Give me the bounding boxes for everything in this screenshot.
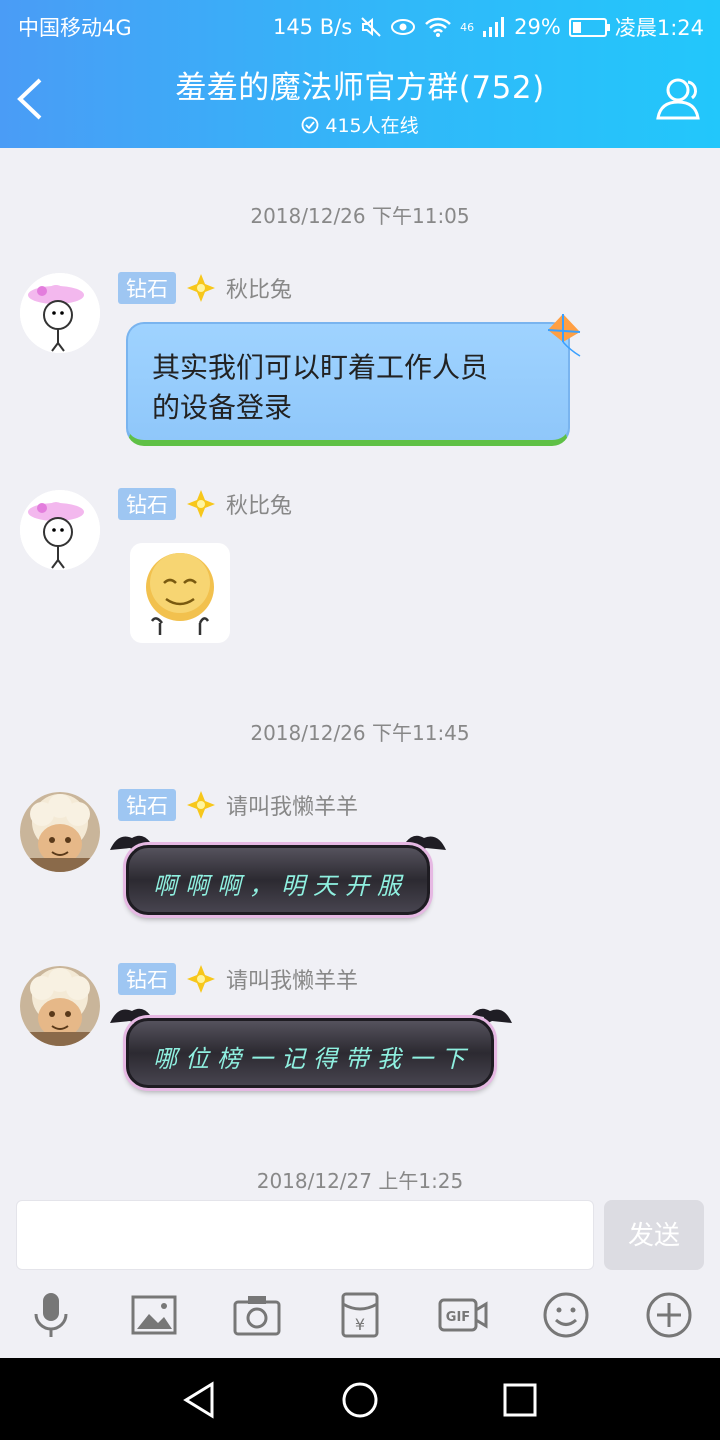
sender-name: 请叫我懒羊羊 <box>226 969 359 994</box>
message-meta: 钻石 请叫我懒羊羊 <box>118 789 358 821</box>
title-block: 羞羞的魔法师官方群(752) 415人在线 <box>120 62 600 138</box>
message-text: 啊啊啊，明天开服 <box>153 872 409 900</box>
group-members-icon[interactable] <box>652 72 706 126</box>
avatar-hat-character <box>20 273 100 353</box>
emoji-icon[interactable] <box>541 1290 591 1340</box>
nav-home-icon[interactable] <box>340 1380 380 1420</box>
online-status: 415人在线 <box>120 111 600 138</box>
svg-text:¥: ¥ <box>355 1315 365 1334</box>
message-bubble[interactable]: 哪位榜一记得带我一下 <box>126 1018 494 1088</box>
chat-header: 中国移动4G 145 B/s 46 29% 凌晨1:24 羞羞的魔法师官方群(7… <box>0 0 720 148</box>
timestamp: 2018/12/26 下午11:45 <box>250 721 470 745</box>
message-text-line: 其实我们可以盯着工作人员 <box>152 351 489 384</box>
nav-back-icon[interactable] <box>180 1380 220 1420</box>
kite-icon <box>547 314 581 357</box>
mic-icon[interactable] <box>26 1290 76 1340</box>
message-meta: 钻石 请叫我懒羊羊 <box>118 963 358 995</box>
rank-badge: 钻石 <box>118 789 176 821</box>
gif-icon[interactable]: GIF <box>438 1290 488 1340</box>
network-type: 46 <box>460 20 475 34</box>
message-text-line: 的设备登录 <box>152 391 293 424</box>
status-right: 145 B/s 46 29% 凌晨1:24 <box>273 12 704 42</box>
smiley-sticker[interactable] <box>130 543 230 643</box>
red-packet-icon[interactable]: ¥ <box>335 1290 385 1340</box>
avatar-lazy-sheep <box>20 966 100 1046</box>
sender-name: 秋比兔 <box>226 278 293 303</box>
smiley-sticker-icon <box>146 553 214 635</box>
diamond-star-icon <box>187 791 215 819</box>
rank-badge: 钻石 <box>118 272 176 304</box>
sender-name: 请叫我懒羊羊 <box>226 795 359 820</box>
carrier-label: 中国移动4G <box>18 16 132 40</box>
eye-icon <box>391 19 416 35</box>
message-meta: 钻石 秋比兔 <box>118 272 292 304</box>
avatar-lazy-sheep <box>20 792 100 872</box>
wifi-icon <box>425 17 452 37</box>
svg-text:GIF: GIF <box>446 1310 470 1325</box>
back-icon[interactable] <box>12 74 52 124</box>
input-bar: 发送 ¥ GIF <box>0 1190 720 1358</box>
camera-icon[interactable] <box>232 1290 282 1340</box>
network-speed: 145 B/s <box>272 15 353 39</box>
diamond-star-icon <box>187 274 215 302</box>
battery-percent: 29% <box>514 15 561 39</box>
clock: 凌晨1:24 <box>614 16 704 40</box>
online-count: 415人在线 <box>325 115 419 137</box>
message-bubble[interactable]: 啊啊啊，明天开服 <box>126 845 430 915</box>
rank-badge: 钻石 <box>118 488 176 520</box>
avatar[interactable] <box>20 966 100 1046</box>
battery-icon <box>568 17 610 37</box>
signal-icon <box>483 17 505 37</box>
send-button[interactable]: 发送 <box>604 1200 704 1270</box>
nav-recents-icon[interactable] <box>500 1380 540 1420</box>
avatar[interactable] <box>20 273 100 353</box>
image-icon[interactable] <box>129 1290 179 1340</box>
rank-badge: 钻石 <box>118 963 176 995</box>
message-text: 哪位榜一记得带我一下 <box>153 1045 473 1073</box>
avatar[interactable] <box>20 792 100 872</box>
sender-name: 秋比兔 <box>226 494 293 519</box>
message-meta: 钻石 秋比兔 <box>118 488 292 520</box>
toolbar: ¥ GIF <box>0 1290 720 1350</box>
avatar-hat-character <box>20 490 100 570</box>
mute-icon <box>361 17 381 37</box>
group-title: 羞羞的魔法师官方群(752) <box>175 70 545 106</box>
timestamp: 2018/12/26 下午11:05 <box>250 204 470 228</box>
system-nav-bar <box>0 1358 720 1440</box>
avatar[interactable] <box>20 490 100 570</box>
diamond-star-icon <box>187 965 215 993</box>
message-bubble[interactable]: 其实我们可以盯着工作人员 的设备登录 <box>126 322 570 446</box>
online-check-icon <box>301 116 319 133</box>
status-bar: 中国移动4G 145 B/s 46 29% 凌晨1:24 <box>0 0 720 50</box>
plus-icon[interactable] <box>644 1290 694 1340</box>
diamond-star-icon <box>187 490 215 518</box>
message-input[interactable] <box>16 1200 594 1270</box>
